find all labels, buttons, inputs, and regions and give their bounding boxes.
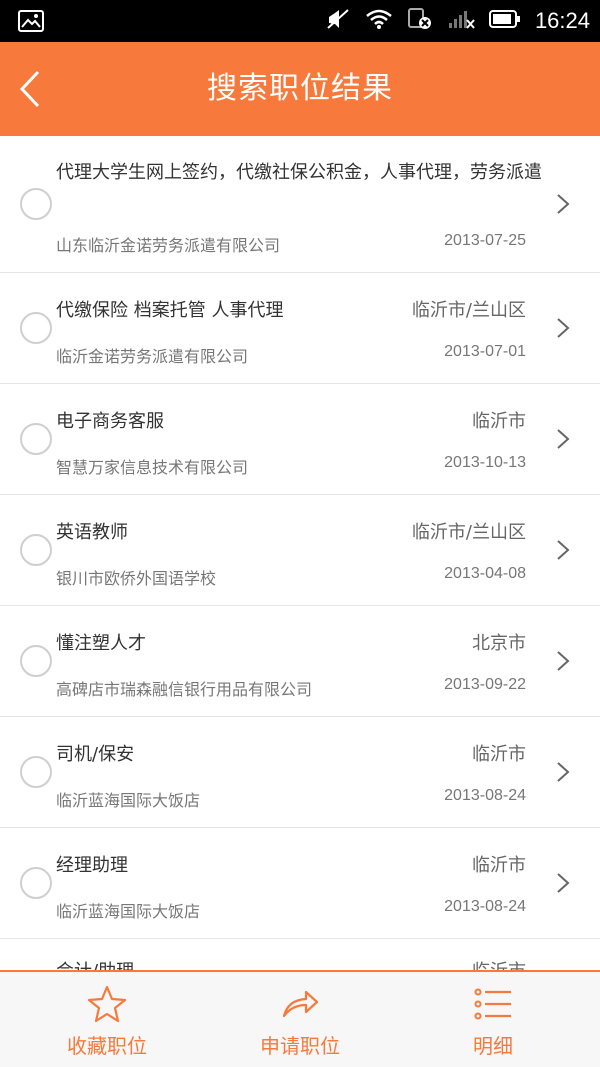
company-name: 临沂蓝海国际大饭店 bbox=[56, 902, 201, 921]
favorite-jobs-label: 收藏职位 bbox=[67, 1034, 147, 1058]
job-title: 电子商务客服 bbox=[56, 411, 164, 432]
post-date: 2013-08-24 bbox=[444, 787, 526, 804]
job-list-item[interactable]: 英语教师 临沂市/兰山区 银川市欧侨外国语学校 2013-04-08 bbox=[0, 495, 600, 606]
company-name: 智慧万家信息技术有限公司 bbox=[56, 458, 249, 477]
job-location: 临沂市/兰山区 bbox=[411, 522, 526, 543]
job-list-item[interactable]: 经理助理 临沂市 临沂蓝海国际大饭店 2013-08-24 bbox=[0, 828, 600, 939]
bottom-action-bar: 收藏职位 申请职位 明细 bbox=[0, 970, 600, 1067]
job-title: 会计/助理 bbox=[56, 957, 134, 970]
detail-label: 明细 bbox=[473, 1034, 513, 1058]
select-radio[interactable] bbox=[20, 867, 52, 899]
job-location: 临沂市/兰山区 bbox=[411, 300, 526, 321]
chevron-right-icon bbox=[557, 651, 570, 671]
post-date: 2013-09-22 bbox=[444, 676, 526, 693]
job-list-item[interactable]: 懂注塑人才 北京市 高碑店市瑞森融信银行用品有限公司 2013-09-22 bbox=[0, 606, 600, 717]
sim-error-icon bbox=[407, 7, 433, 35]
company-name: 高碑店市瑞森融信银行用品有限公司 bbox=[56, 680, 313, 699]
job-title: 代缴保险 档案托管 人事代理 bbox=[56, 300, 284, 321]
chevron-right-icon bbox=[557, 194, 570, 214]
chevron-right-icon bbox=[557, 540, 570, 560]
select-radio[interactable] bbox=[20, 534, 52, 566]
chevron-right-icon bbox=[557, 762, 570, 782]
company-name: 临沂蓝海国际大饭店 bbox=[56, 791, 201, 810]
job-list-item[interactable]: 会计/助理 临沂市 bbox=[0, 939, 600, 970]
post-date: 2013-04-08 bbox=[444, 565, 526, 582]
post-date: 2013-07-01 bbox=[444, 343, 526, 360]
job-title: 代理大学生网上签约，代缴社保公积金，人事代理，劳务派遣 bbox=[56, 162, 542, 183]
apply-jobs-label: 申请职位 bbox=[260, 1034, 340, 1058]
signal-icon bbox=[447, 8, 475, 34]
chevron-right-icon bbox=[557, 318, 570, 338]
post-date: 2013-10-13 bbox=[444, 454, 526, 471]
job-title: 司机/保安 bbox=[56, 744, 135, 765]
select-radio[interactable] bbox=[20, 645, 52, 677]
job-title: 英语教师 bbox=[56, 522, 128, 543]
wifi-icon bbox=[365, 8, 393, 34]
job-title: 经理助理 bbox=[56, 855, 128, 876]
list-icon bbox=[474, 988, 511, 1020]
company-name: 银川市欧侨外国语学校 bbox=[56, 569, 217, 588]
job-location: 临沂市 bbox=[472, 744, 526, 765]
job-list: 代理大学生网上签约，代缴社保公积金，人事代理，劳务派遣 山东临沂金诺劳务派遣有限… bbox=[0, 136, 600, 970]
job-list-item[interactable]: 司机/保安 临沂市 临沂蓝海国际大饭店 2013-08-24 bbox=[0, 717, 600, 828]
select-radio[interactable] bbox=[20, 188, 52, 220]
back-button[interactable] bbox=[14, 64, 54, 114]
job-list-item[interactable]: 代缴保险 档案托管 人事代理 临沂市/兰山区 临沂金诺劳务派遣有限公司 2013… bbox=[0, 273, 600, 384]
status-bar: 16:24 bbox=[0, 0, 600, 42]
battery-icon bbox=[488, 9, 521, 33]
company-name: 山东临沂金诺劳务派遣有限公司 bbox=[56, 236, 281, 255]
chevron-right-icon bbox=[557, 873, 570, 893]
star-icon bbox=[87, 985, 127, 1023]
mute-icon bbox=[325, 7, 351, 35]
job-title: 懂注塑人才 bbox=[56, 633, 146, 654]
image-notification-icon bbox=[18, 10, 44, 36]
chevron-right-icon bbox=[557, 429, 570, 449]
select-radio[interactable] bbox=[20, 312, 52, 344]
job-location: 临沂市 bbox=[472, 957, 526, 970]
post-date: 2013-07-25 bbox=[444, 232, 526, 249]
select-radio[interactable] bbox=[20, 423, 52, 455]
page-title: 搜索职位结果 bbox=[207, 71, 393, 106]
apply-jobs-button[interactable]: 申请职位 bbox=[200, 972, 400, 1067]
job-list-item[interactable]: 代理大学生网上签约，代缴社保公积金，人事代理，劳务派遣 山东临沂金诺劳务派遣有限… bbox=[0, 136, 600, 273]
clock-time: 16:24 bbox=[534, 8, 590, 33]
company-name: 临沂金诺劳务派遣有限公司 bbox=[56, 347, 249, 366]
select-radio[interactable] bbox=[20, 756, 52, 788]
job-location: 临沂市 bbox=[472, 855, 526, 876]
job-list-item[interactable]: 电子商务客服 临沂市 智慧万家信息技术有限公司 2013-10-13 bbox=[0, 384, 600, 495]
top-bar: 搜索职位结果 bbox=[0, 42, 600, 136]
detail-button[interactable]: 明细 bbox=[393, 972, 593, 1067]
job-location: 北京市 bbox=[472, 633, 526, 654]
share-arrow-icon bbox=[282, 990, 319, 1018]
back-arrow-icon bbox=[19, 70, 40, 108]
favorite-jobs-button[interactable]: 收藏职位 bbox=[7, 972, 207, 1067]
job-location: 临沂市 bbox=[472, 411, 526, 432]
post-date: 2013-08-24 bbox=[444, 898, 526, 915]
